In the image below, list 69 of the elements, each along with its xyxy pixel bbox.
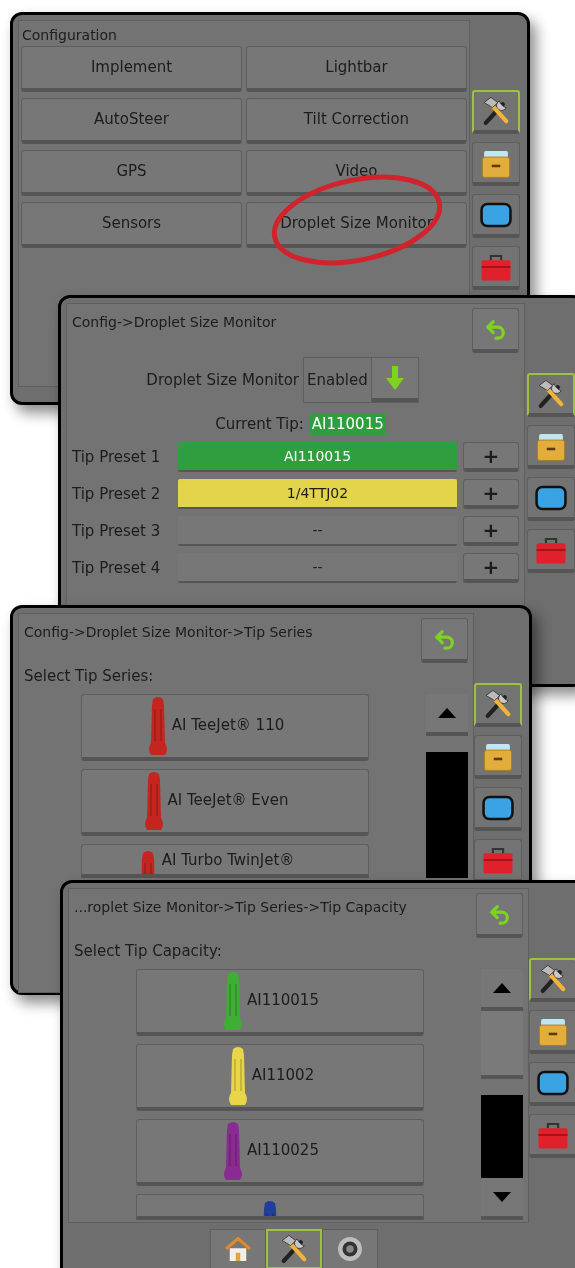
add-button[interactable]: + <box>463 516 519 546</box>
back-button[interactable] <box>476 893 523 938</box>
bottom-tab[interactable] <box>209 1229 266 1268</box>
scroll-down-button[interactable] <box>481 1178 523 1220</box>
preset-field[interactable]: AI110015 <box>178 442 457 472</box>
sidebar-button[interactable] <box>527 425 575 469</box>
monitor-icon <box>534 483 568 512</box>
back-arrow-icon <box>488 903 511 925</box>
down-triangle-icon <box>493 1192 511 1202</box>
menu-button[interactable]: Lightbar <box>246 46 467 92</box>
sidebar-button[interactable] <box>474 787 522 831</box>
up-triangle-icon <box>493 982 511 993</box>
setting-label: Droplet Size Monitor <box>146 369 300 391</box>
list-item-button[interactable]: AI Turbo TwinJet® <box>81 843 369 878</box>
list-prompt: Select Tip Capacity: <box>74 941 223 962</box>
back-arrow-icon <box>484 318 507 340</box>
menu-button[interactable]: Sensors <box>21 202 242 248</box>
bottom-tab[interactable] <box>265 1229 322 1268</box>
sidebar-button[interactable] <box>472 194 520 238</box>
preset-field[interactable]: -- <box>178 553 457 583</box>
list-item-button[interactable]: AI TeeJet® Even <box>81 768 369 836</box>
menu-button[interactable]: Tilt Correction <box>246 98 467 144</box>
preset-field[interactable]: 1/4TTJ02 <box>178 479 457 509</box>
list-item-button[interactable]: AI11002 <box>136 1043 424 1111</box>
sidebar-button[interactable] <box>472 90 520 134</box>
add-button[interactable]: + <box>463 442 519 472</box>
sidebar-button[interactable] <box>474 735 522 779</box>
current-tip-label: Current Tip: <box>215 414 304 435</box>
preset-field[interactable]: -- <box>178 516 457 546</box>
current-tip-value: AI110015 <box>309 413 386 436</box>
add-button[interactable]: + <box>463 553 519 583</box>
menu-button[interactable]: GPS <box>21 150 242 196</box>
preset-label: Tip Preset 2 <box>72 483 162 505</box>
sidebar-button[interactable] <box>474 683 522 727</box>
scroll-up-button[interactable] <box>481 968 523 1011</box>
back-button[interactable] <box>421 618 468 663</box>
list-item-button[interactable]: AI110025 <box>136 1118 424 1186</box>
sidebar-button[interactable] <box>529 1010 575 1054</box>
up-triangle-icon <box>438 707 456 718</box>
sidebar-button[interactable] <box>474 839 522 883</box>
sidebar-button[interactable] <box>529 1062 575 1106</box>
monitor-icon <box>536 1068 570 1097</box>
back-arrow-icon <box>433 628 456 650</box>
menu-button[interactable]: Video <box>246 150 467 196</box>
screen-title: ...roplet Size Monitor->Tip Series->Tip Capacity <box>74 898 407 917</box>
list-prompt: Select Tip Series: <box>24 666 155 687</box>
sidebar-button[interactable] <box>527 477 575 521</box>
monitor-icon <box>481 793 515 822</box>
list-item-button[interactable]: AI TeeJet® 110 <box>81 693 369 761</box>
back-button[interactable] <box>472 308 519 353</box>
setting-dropdown[interactable]: Enabled <box>303 357 419 403</box>
bottom-tab[interactable] <box>321 1229 378 1268</box>
add-button[interactable]: + <box>463 479 519 509</box>
menu-button[interactable]: AutoSteer <box>21 98 242 144</box>
menu-button[interactable]: Implement <box>21 46 242 92</box>
screen-title: Configuration <box>21 26 118 45</box>
monitor-icon <box>479 200 513 229</box>
preset-label: Tip Preset 3 <box>72 520 162 542</box>
screen-title: Config->Droplet Size Monitor->Tip Series <box>24 623 313 642</box>
sidebar-button[interactable] <box>472 142 520 186</box>
preset-label: Tip Preset 1 <box>72 446 162 468</box>
down-arrow-icon <box>385 366 404 390</box>
home-icon <box>222 1234 253 1264</box>
screen-title: Config->Droplet Size Monitor <box>72 313 277 332</box>
list-item-button[interactable]: AI110015 <box>136 968 424 1036</box>
sidebar-button[interactable] <box>529 958 575 1002</box>
preset-label: Tip Preset 4 <box>72 557 162 579</box>
scroll-up-button[interactable] <box>426 693 468 736</box>
sidebar-button[interactable] <box>527 373 575 417</box>
